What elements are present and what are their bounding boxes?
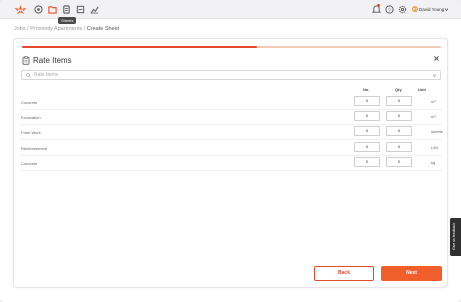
- logo-icon[interactable]: [13, 3, 28, 16]
- next-button[interactable]: Next: [381, 266, 442, 281]
- breadcrumb-separator: /: [83, 26, 86, 32]
- breadcrumb-jobs[interactable]: Jobs: [14, 26, 26, 32]
- table-row: Form Work 0 0 sheets: [20, 125, 443, 141]
- chevron-down-icon[interactable]: [432, 73, 437, 78]
- no-input[interactable]: 0: [354, 156, 380, 167]
- file-icon[interactable]: [76, 5, 85, 14]
- feedback-label: Give us feedback: [452, 222, 456, 250]
- sheets-icon[interactable]: [62, 5, 71, 14]
- no-input[interactable]: 0: [354, 96, 380, 106]
- feedback-tab[interactable]: Give us feedback: [450, 218, 461, 256]
- row-unit: m³: [431, 114, 436, 120]
- user-name[interactable]: David Young: [419, 6, 444, 13]
- help-icon[interactable]: ?: [385, 5, 394, 14]
- qty-input[interactable]: 0: [386, 96, 412, 106]
- chart-icon[interactable]: [90, 5, 99, 14]
- row-unit: m³: [431, 99, 436, 104]
- row-unit: L/M: [431, 144, 438, 150]
- row-unit: kg: [431, 159, 436, 165]
- create-sheet-card: Rate Items Rate Items No. Qty Unit Concr…: [13, 38, 448, 288]
- row-label: Form Work: [21, 130, 41, 136]
- back-button[interactable]: Back: [314, 266, 374, 281]
- rate-items-select[interactable]: Rate Items: [21, 70, 441, 80]
- close-icon[interactable]: [433, 55, 440, 62]
- notification-dot: [377, 4, 380, 7]
- qty-input[interactable]: 0: [386, 126, 412, 137]
- sheets-tooltip: Sheets: [58, 17, 77, 24]
- row-label: Concrete: [21, 160, 38, 166]
- breadcrumb: Jobs / Proximity Apartments / Create She…: [14, 25, 119, 33]
- table-row: Reinforcement 0 0 L/M: [20, 141, 443, 156]
- column-header-qty: Qty: [395, 87, 402, 92]
- chevron-down-icon[interactable]: [444, 7, 449, 12]
- breadcrumb-separator: /: [27, 26, 29, 32]
- no-input[interactable]: 0: [354, 111, 380, 122]
- row-label: Concrete: [21, 100, 38, 105]
- search-icon: [26, 73, 31, 78]
- breadcrumb-project[interactable]: Proximity Apartments: [30, 26, 82, 32]
- no-input[interactable]: 0: [354, 141, 380, 152]
- dashboard-icon[interactable]: [34, 5, 43, 14]
- row-label: Reinforcement: [21, 145, 48, 151]
- qty-input[interactable]: 0: [386, 156, 412, 167]
- avatar[interactable]: DY: [412, 6, 418, 12]
- no-input[interactable]: 0: [354, 126, 380, 137]
- qty-input[interactable]: 0: [386, 111, 412, 122]
- folder-icon[interactable]: [48, 5, 57, 14]
- qty-input[interactable]: 0: [386, 141, 412, 152]
- table-row: Excavation 0 0 m³: [20, 110, 443, 126]
- progress-fill: [22, 46, 257, 48]
- row-unit: sheets: [431, 129, 443, 135]
- breadcrumb-current: Create Sheet: [86, 26, 120, 32]
- svg-text:?: ?: [388, 7, 391, 12]
- table-row: Concrete 0 0 m³: [20, 95, 443, 110]
- panel-title: Rate Items: [33, 56, 72, 65]
- table-row: Concrete 0 0 kg: [20, 156, 443, 171]
- clipboard-icon: [22, 56, 30, 65]
- row-label: Excavation: [21, 115, 41, 121]
- settings-icon[interactable]: [398, 5, 407, 14]
- top-navigation-bar: Sheets ? DY David Young: [0, 0, 461, 24]
- column-header-unit: Unit: [418, 87, 426, 92]
- select-placeholder: Rate Items: [34, 72, 59, 78]
- app-window: Sheets ? DY David Young Jobs / Proximity…: [0, 0, 461, 302]
- column-header-no: No.: [363, 87, 370, 92]
